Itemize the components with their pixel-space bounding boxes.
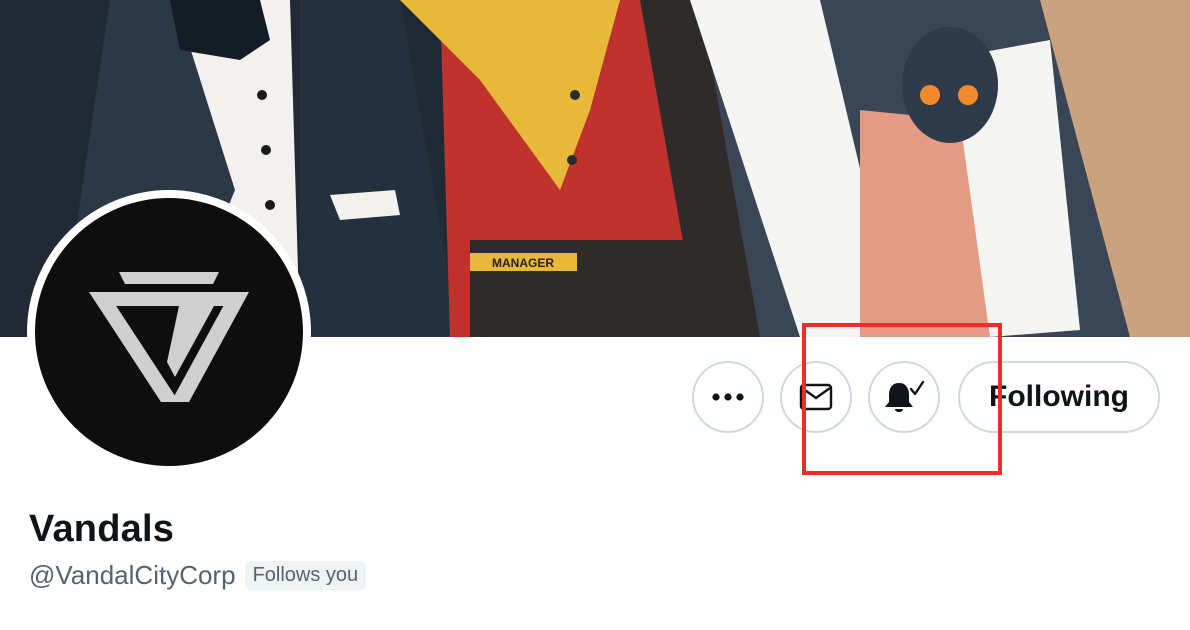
vandals-logo (35, 198, 303, 466)
following-button[interactable]: Following (958, 361, 1160, 433)
profile-handle: @VandalCityCorp (29, 559, 236, 590)
profile-display-name: Vandals (29, 508, 175, 550)
profile-avatar[interactable] (27, 190, 311, 474)
follows-you-badge: Follows you (244, 560, 367, 590)
more-horizontal-icon (712, 393, 744, 401)
envelope-icon (799, 383, 833, 411)
vandals-logo-icon (89, 272, 249, 402)
message-button[interactable] (780, 361, 852, 433)
more-button[interactable] (692, 361, 764, 433)
apron-badge-text: MANAGER (492, 256, 554, 270)
bell-check-icon (885, 380, 925, 412)
notifications-button[interactable] (868, 361, 940, 433)
profile-handle-row: @VandalCityCorp Follows you (29, 558, 367, 592)
profile-actions: Following (692, 361, 1160, 433)
